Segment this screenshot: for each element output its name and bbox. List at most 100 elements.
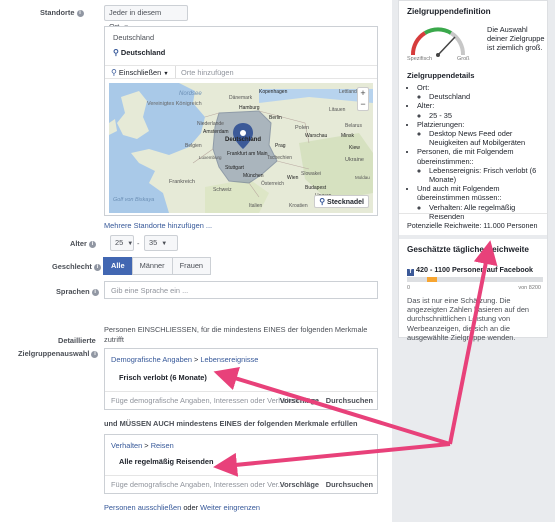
audience-definition-title: Zielgruppendefinition	[407, 7, 491, 16]
map-label: Litauen	[329, 107, 346, 113]
map-label: Deutschland	[225, 137, 261, 143]
map-label: Moldau	[355, 175, 370, 180]
zoom-out-button[interactable]: −	[358, 99, 368, 110]
info-icon[interactable]: i	[88, 241, 96, 248]
audience-details-list: Ort: Deutschland Alter: 25 - 35 Platzier…	[407, 83, 547, 221]
group2-search-input[interactable]: Füge demografische Angaben, Interessen o…	[111, 480, 284, 489]
exclude-people-link[interactable]: Personen ausschließen	[104, 503, 181, 512]
map-label: Belarus	[345, 123, 362, 129]
gauge-needle	[437, 36, 456, 56]
group2-path-category[interactable]: Verhalten	[111, 441, 142, 450]
targeting-panel: Standortei Jeder in diesem Ort▼ Deutschl…	[0, 0, 392, 522]
age-min-select[interactable]: 25 ▼	[110, 235, 134, 251]
map-label: Hamburg	[239, 105, 260, 111]
map-label: Dänemark	[229, 95, 253, 101]
browse-button[interactable]: Durchsuchen	[326, 396, 373, 405]
info-icon[interactable]: i	[76, 10, 84, 17]
languages-input[interactable]: Gib eine Sprache ein ...	[104, 281, 378, 299]
detail-sublist: Lebensereignis: Frisch verlobt (6 Monate…	[417, 166, 547, 184]
languages-label: Sprachen i	[56, 287, 99, 296]
group2-input-row: Füge demografische Angaben, Interessen o…	[105, 475, 377, 493]
add-bulk-locations-link[interactable]: Mehrere Standorte hinzufügen ...	[104, 221, 212, 230]
map-zoom-controls: + −	[357, 87, 369, 111]
scale-min-label: 0	[407, 285, 411, 291]
exclude-narrow-row: Personen ausschließen oder Weiter eingre…	[104, 503, 260, 512]
map-label: Polen	[295, 125, 309, 131]
detailed-label-line2: Zielgruppenauswahl i	[18, 349, 99, 358]
detail-label: Personen, die mit Folgendem übereinstimm…	[417, 147, 514, 166]
map-label: Schweiz	[213, 187, 232, 193]
chevron-down-icon: ▼	[127, 241, 134, 247]
suggestions-button[interactable]: Vorschläge	[280, 396, 319, 405]
group2-selected-item[interactable]: Alle regelmäßig Reisenden	[119, 457, 213, 466]
map-label: Golf von Biskaya	[113, 197, 154, 203]
map-label: Stuttgart	[225, 165, 245, 171]
age-label-text: Alter	[70, 239, 87, 248]
map-label: Kiew	[349, 145, 360, 151]
info-icon[interactable]: i	[91, 289, 99, 296]
daily-reach-people: 420 - 1100 Personen auf Facebook	[416, 265, 534, 274]
map-label: Tschechien	[267, 155, 292, 161]
detail-sublist: Desktop News Feed oder Neuigkeiten auf M…	[417, 129, 547, 147]
age-min-value: 25	[115, 238, 124, 247]
detail-label: Alter:	[417, 101, 435, 111]
path-separator: >	[194, 355, 199, 364]
map-label: Frankfurt am Main	[227, 151, 268, 157]
gender-option-men[interactable]: Männer	[131, 257, 173, 275]
group1-input-row: Füge demografische Angaben, Interessen o…	[105, 391, 377, 409]
info-icon[interactable]: i	[91, 351, 99, 358]
gauge-pivot	[436, 53, 440, 57]
location-input-row: ⚲ Einschließen ▼ Orte hinzufügen	[105, 65, 377, 79]
map-label: Frankreich	[169, 179, 195, 185]
drop-pin-button[interactable]: ⚲ Stecknadel	[314, 195, 369, 208]
group1-selected-item[interactable]: Frisch verlobt (6 Monate)	[119, 373, 207, 382]
must-also-heading: und MÜSSEN AUCH mindestens EINES der fol…	[104, 419, 358, 428]
drop-pin-label: Stecknadel	[327, 199, 364, 206]
map-label: Slowakei	[301, 171, 321, 177]
gauge-right-label: Groß	[457, 56, 470, 62]
uk-shape	[117, 91, 149, 139]
zoom-in-button[interactable]: +	[358, 88, 368, 99]
chevron-down-icon: ▼	[161, 241, 168, 247]
detail-label: Und auch mit Folgendem übereinstimmen mü…	[417, 184, 502, 203]
audience-definition-panel: Zielgruppendefinition Spezifisch Groß Di…	[398, 0, 548, 342]
map-label: Budapest	[305, 185, 327, 191]
include-select[interactable]: ⚲ Einschließen ▼	[111, 68, 169, 77]
location-pin-icon: ⚲	[113, 48, 119, 57]
age-max-select[interactable]: 35 ▼	[144, 235, 178, 251]
add-locations-input[interactable]: Orte hinzufügen	[181, 68, 234, 77]
map-label: Warschau	[305, 133, 328, 139]
narrow-further-link[interactable]: Weiter eingrenzen	[200, 503, 260, 512]
group1-path: Demografische Angaben > Lebensereignisse	[111, 355, 258, 364]
suggestions-button[interactable]: Vorschläge	[280, 480, 319, 489]
locations-label: Standorte i	[40, 8, 84, 17]
browse-button[interactable]: Durchsuchen	[326, 480, 373, 489]
path-separator: >	[144, 441, 149, 450]
location-map[interactable]: Nordsee Vereinigtes Königreich Niederlan…	[109, 83, 373, 213]
group2-path-subcategory[interactable]: Reisen	[151, 441, 174, 450]
group1-path-category[interactable]: Demografische Angaben	[111, 355, 192, 364]
info-icon[interactable]: i	[93, 264, 101, 271]
daily-reach-title: Geschätzte tägliche Reichweite	[407, 245, 529, 254]
gauge-description: Die Auswahl deiner Zielgruppe ist ziemli…	[487, 25, 545, 52]
gender-option-all[interactable]: Alle	[103, 257, 133, 275]
detail-value: 25 - 35	[429, 111, 547, 120]
group1-path-subcategory[interactable]: Lebensereignisse	[200, 355, 258, 364]
location-type-select[interactable]: Jeder in diesem Ort▼	[104, 5, 188, 31]
age-separator: -	[137, 239, 140, 248]
gender-option-women[interactable]: Frauen	[171, 257, 212, 275]
detail-item: Und auch mit Folgendem übereinstimmen mü…	[417, 184, 547, 221]
include-heading: Personen EINSCHLIESSEN, für die mindeste…	[104, 325, 368, 344]
details-list: Ort: Deutschland Alter: 25 - 35 Platzier…	[407, 83, 547, 221]
audience-gauge	[410, 27, 466, 57]
divider	[399, 235, 547, 239]
selected-location[interactable]: ⚲ Deutschland	[113, 48, 165, 57]
must-group-box: Verhalten > Reisen Alle regelmäßig Reise…	[104, 434, 378, 494]
detail-value: Verhalten: Alle regelmäßig Reisenden	[429, 203, 547, 221]
detail-label: Platzierungen:	[417, 119, 465, 129]
detail-item: Platzierungen: Desktop News Feed oder Ne…	[417, 120, 547, 148]
gauge-left-label: Spezifisch	[407, 56, 433, 62]
detailed-label-text: Zielgruppenauswahl	[18, 349, 90, 358]
divider	[175, 66, 176, 78]
map-label: Luxemburg	[199, 155, 222, 160]
